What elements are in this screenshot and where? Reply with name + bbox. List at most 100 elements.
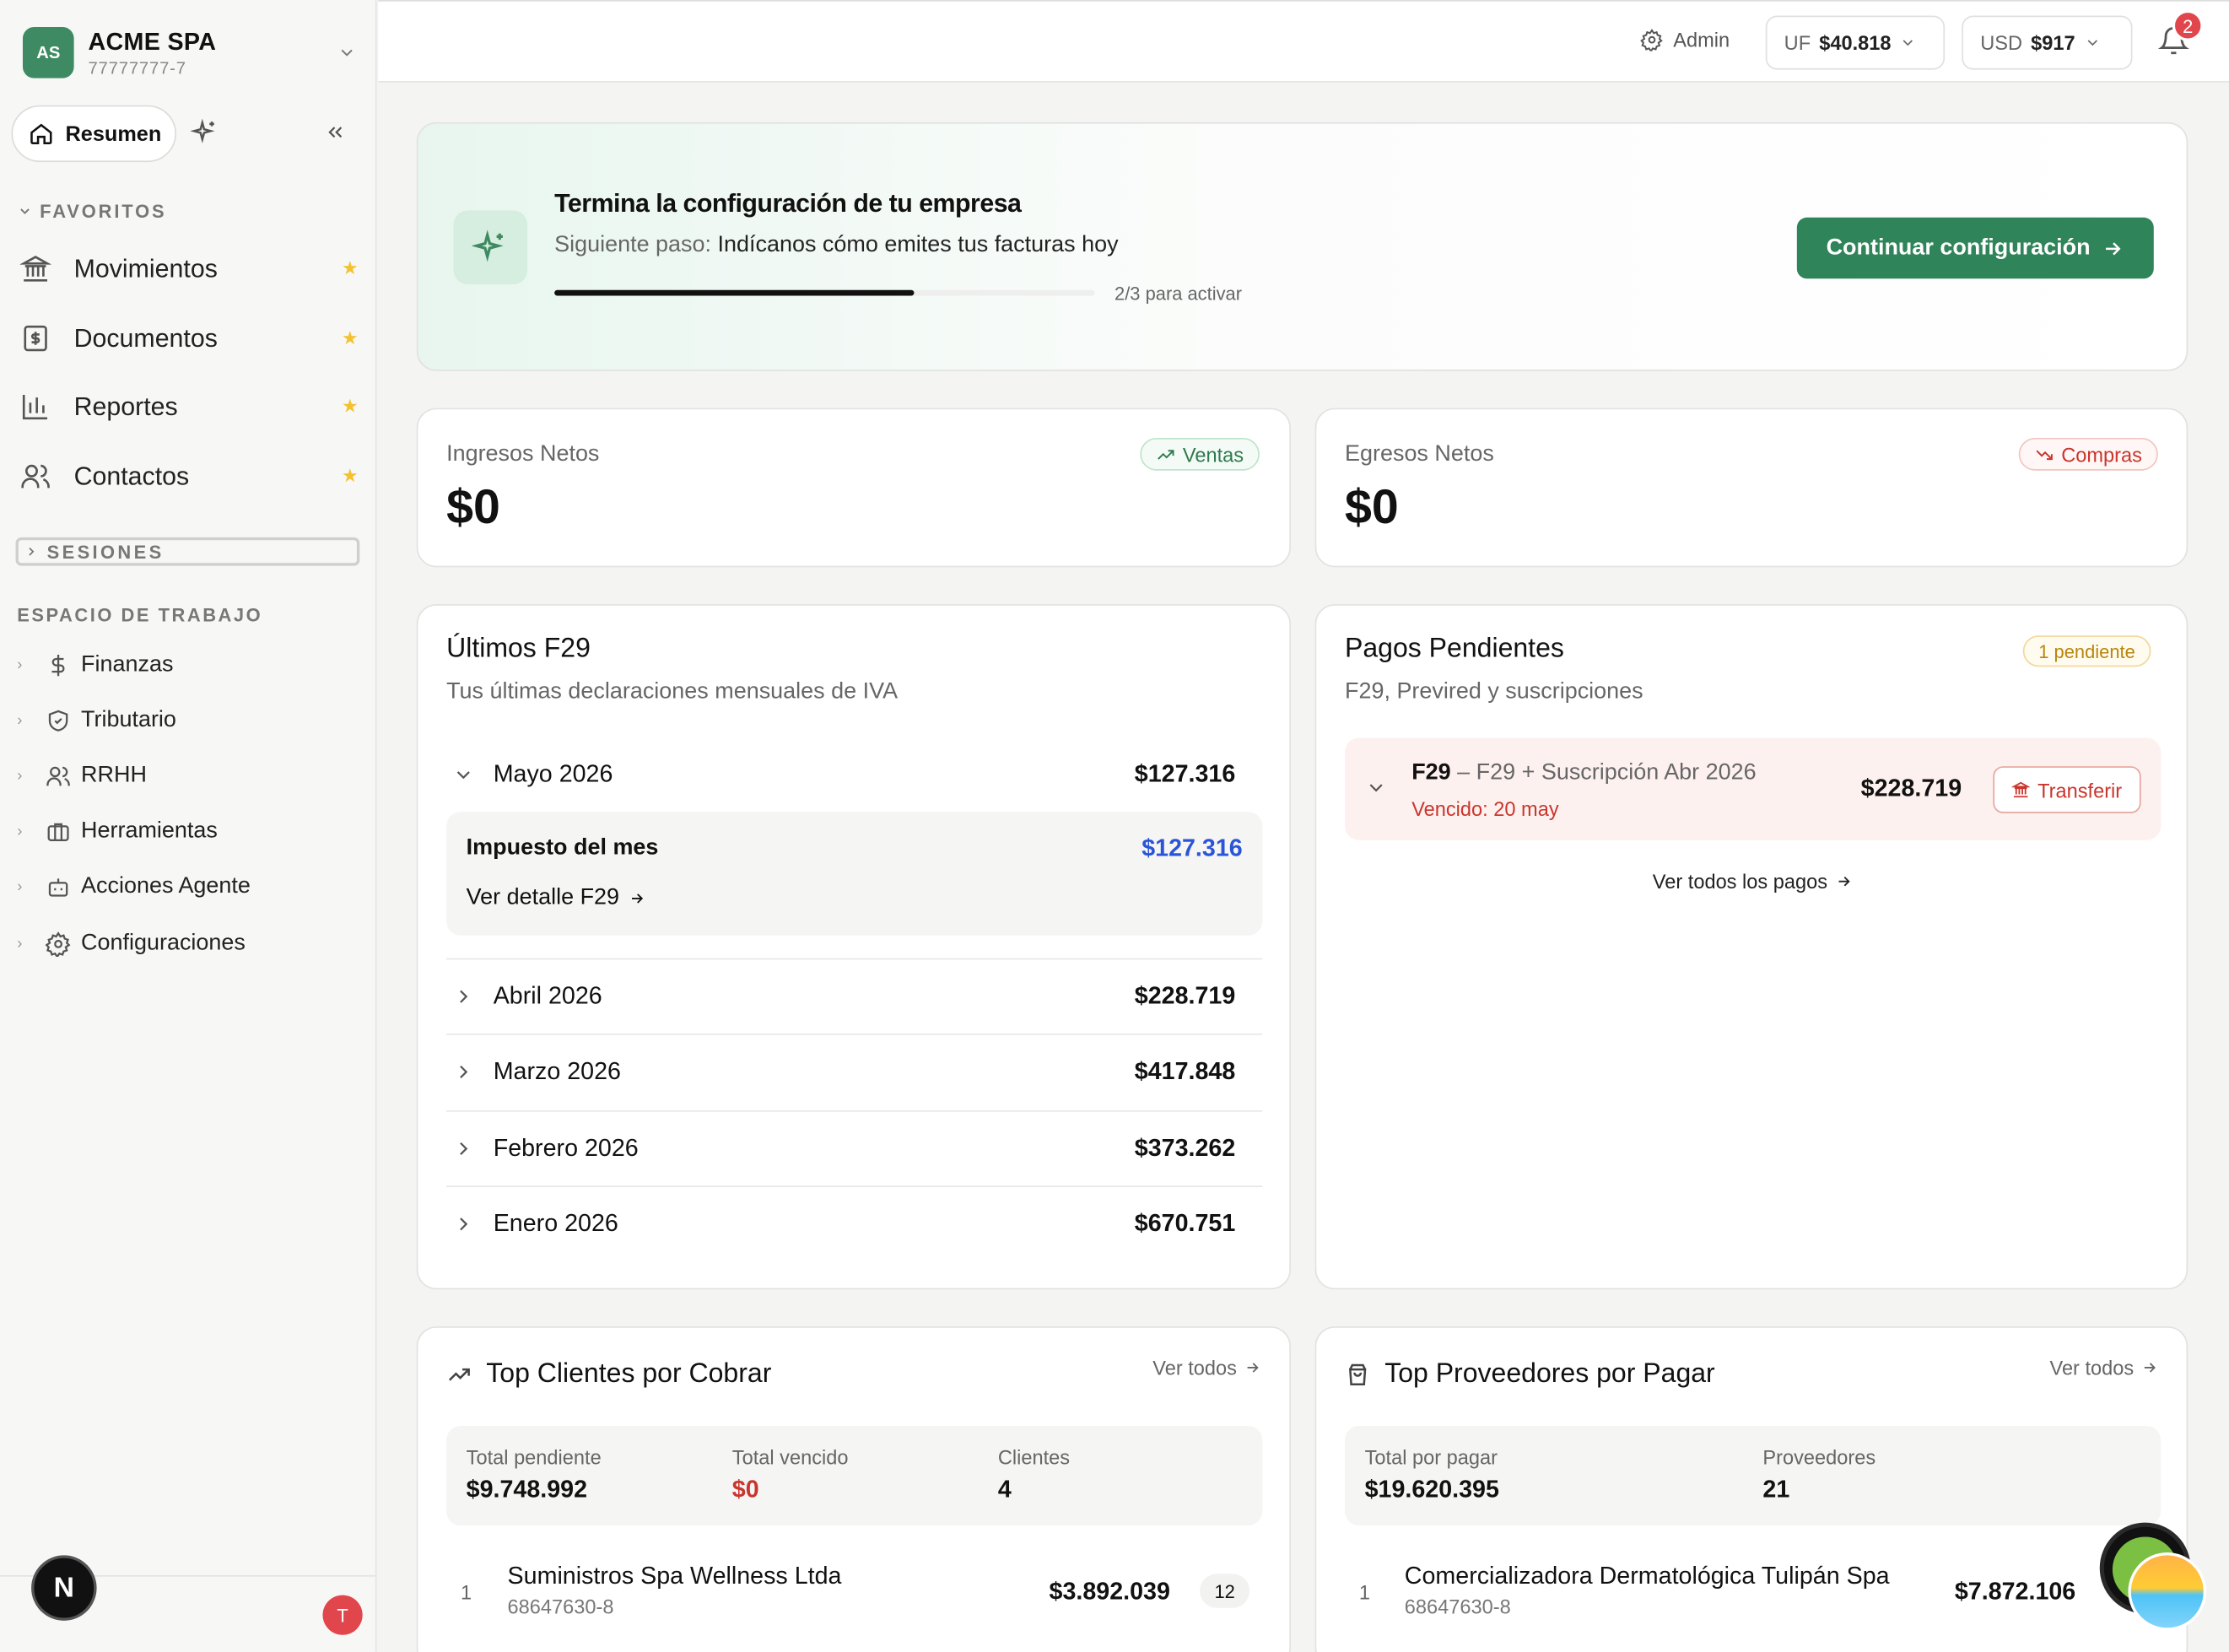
uf-indicator[interactable]: UF $40.818 — [1765, 15, 1946, 70]
sidebar-item-label: Configuraciones — [81, 931, 246, 956]
ver-todos-link[interactable]: Ver todos — [1152, 1356, 1260, 1379]
f29-detail-link[interactable]: Ver detalle F29 — [467, 886, 645, 911]
pending-count-badge: 1 pendiente — [2022, 635, 2151, 667]
f29-month: Enero 2026 — [493, 1209, 618, 1237]
f29-row-expanded[interactable]: Mayo 2026 $127.316 — [446, 737, 1262, 812]
sidebar-item-acciones-agente[interactable]: › Acciones Agente — [17, 870, 358, 904]
ver-todos-label: Ver todos — [2049, 1356, 2135, 1379]
transfer-button[interactable]: Transferir — [1993, 766, 2141, 813]
client-amount: $3.892.039 — [1049, 1578, 1170, 1606]
admin-button[interactable]: Admin — [1640, 29, 1730, 51]
receipt-icon — [20, 322, 54, 354]
ventas-tag[interactable]: Ventas — [1140, 437, 1260, 471]
chevron-down-icon[interactable] — [1365, 776, 1388, 799]
dev-badge[interactable]: N — [31, 1555, 97, 1621]
collapse-sidebar-icon[interactable] — [324, 121, 347, 143]
rank-number: 1 — [1358, 1580, 1370, 1604]
tax-label: Impuesto del mes — [466, 835, 659, 861]
beach-avatar-icon[interactable] — [2128, 1552, 2207, 1631]
stat-value: $9.748.992 — [466, 1476, 588, 1504]
stat-value: $0 — [731, 1476, 759, 1504]
document-count-badge: 12 — [1200, 1574, 1250, 1608]
onboarding-card: Termina la configuración de tu empresa S… — [416, 121, 2189, 371]
sidebar-item-label: Acciones Agente — [81, 874, 251, 899]
list-item[interactable]: 1 Comercializadora Dermatológica Tulipán… — [1345, 1561, 2161, 1623]
compras-tag[interactable]: Compras — [2018, 437, 2158, 471]
f29-amount: $228.719 — [1134, 982, 1236, 1010]
bank-icon — [2011, 780, 2031, 799]
stat-label: Proveedores — [1762, 1445, 1876, 1469]
sidebar-item-movimientos[interactable]: Movimientos ★ — [19, 247, 359, 290]
sidebar-item-finanzas[interactable]: › Finanzas — [17, 648, 358, 682]
f29-month: Abril 2026 — [493, 982, 602, 1010]
sidebar-item-rrhh[interactable]: › RRHH — [17, 759, 358, 793]
continue-setup-button[interactable]: Continuar configuración — [1796, 217, 2154, 279]
favorites-label: FAVORITOS — [40, 200, 167, 222]
company-switcher[interactable]: AS ACME SPA 77777777-7 — [22, 27, 357, 78]
gear-icon — [1640, 29, 1673, 51]
list-item[interactable]: 1 Suministros Spa Wellness Ltda 68647630… — [446, 1561, 1262, 1623]
f29-row[interactable]: Enero 2026 $670.751 — [446, 1185, 1263, 1261]
chevron-down-icon — [2084, 34, 2101, 51]
admin-label: Admin — [1673, 28, 1730, 51]
sessions-section-toggle[interactable]: SESIONES — [15, 537, 360, 566]
f29-row[interactable]: Marzo 2026 $417.848 — [446, 1033, 1263, 1109]
sparkles-icon[interactable] — [190, 118, 219, 147]
favorites-section-toggle[interactable]: FAVORITOS — [17, 201, 166, 222]
f29-row[interactable]: Febrero 2026 $373.262 — [446, 1109, 1263, 1185]
uf-value: $40.818 — [1819, 31, 1892, 55]
pending-payment-item[interactable]: F29 – F29 + Suscripción Abr 2026 Vencido… — [1345, 737, 2162, 840]
dollar-icon — [46, 652, 77, 678]
user-avatar[interactable]: T — [322, 1595, 363, 1635]
chevron-right-icon — [446, 1061, 494, 1083]
chevron-right-icon: › — [17, 878, 23, 896]
chevron-right-icon: › — [17, 767, 23, 786]
chevron-down-icon — [17, 203, 33, 219]
star-icon[interactable]: ★ — [342, 465, 359, 488]
ver-todos-link[interactable]: Ver todos — [2050, 1356, 2158, 1379]
stat-label: Clientes — [997, 1445, 1071, 1469]
payment-amount: $228.719 — [1860, 775, 1962, 802]
sidebar-item-label: Finanzas — [81, 652, 174, 678]
company-name: ACME SPA — [88, 27, 217, 55]
detail-label: Ver detalle F29 — [466, 885, 620, 910]
resumen-button[interactable]: Resumen — [11, 105, 176, 163]
sidebar-item-contactos[interactable]: Contactos ★ — [20, 455, 359, 498]
chevron-right-icon — [446, 1212, 494, 1235]
compras-label: Compras — [2061, 442, 2142, 466]
star-icon[interactable]: ★ — [342, 395, 359, 418]
supplier-name: Comercializadora Dermatológica Tulipán S… — [1404, 1562, 1890, 1590]
rank-number: 1 — [460, 1580, 472, 1604]
payment-detail: – F29 + Suscripción Abr 2026 — [1457, 760, 1757, 786]
star-icon[interactable]: ★ — [342, 257, 359, 280]
arrow-right-icon — [2134, 1359, 2158, 1376]
f29-card: Últimos F29 Tus últimas declaraciones me… — [416, 604, 1291, 1290]
f29-amount: $373.262 — [1134, 1134, 1236, 1162]
star-icon[interactable]: ★ — [342, 327, 359, 350]
sidebar-item-configuraciones[interactable]: › Configuraciones — [17, 927, 358, 961]
usd-indicator[interactable]: USD $917 — [1962, 15, 2133, 70]
ingresos-card: Ingresos Netos $0 Ventas — [416, 408, 1291, 568]
onboarding-title: Termina la configuración de tu empresa — [554, 189, 1022, 218]
chevron-down-icon — [446, 763, 494, 786]
continue-label: Continuar configuración — [1826, 235, 2091, 260]
f29-title: Últimos F29 — [446, 634, 591, 664]
users-icon — [46, 764, 77, 789]
f29-row[interactable]: Abril 2026 $228.719 — [446, 958, 1263, 1034]
sidebar-item-herramientas[interactable]: › Herramientas — [17, 815, 358, 849]
payment-code: F29 — [1411, 760, 1451, 786]
sidebar-item-tributario[interactable]: › Tributario — [17, 704, 358, 737]
sidebar-item-label: Contactos — [73, 461, 190, 490]
uf-label: UF — [1784, 31, 1811, 55]
client-name: Suministros Spa Wellness Ltda — [507, 1562, 842, 1590]
f29-amount: $670.751 — [1134, 1209, 1236, 1237]
client-rut: 68647630-8 — [507, 1595, 614, 1618]
see-all-payments-link[interactable]: Ver todos los pagos — [1316, 870, 2189, 893]
sidebar-item-documentos[interactable]: Documentos ★ — [20, 317, 359, 360]
sidebar-item-reportes[interactable]: Reportes ★ — [20, 386, 359, 429]
chevron-right-icon — [446, 1137, 494, 1160]
sidebar-item-label: RRHH — [81, 763, 147, 788]
sidebar-item-label: Herramientas — [81, 818, 218, 844]
ingresos-label: Ingresos Netos — [446, 442, 600, 467]
egresos-value: $0 — [1345, 480, 1399, 535]
